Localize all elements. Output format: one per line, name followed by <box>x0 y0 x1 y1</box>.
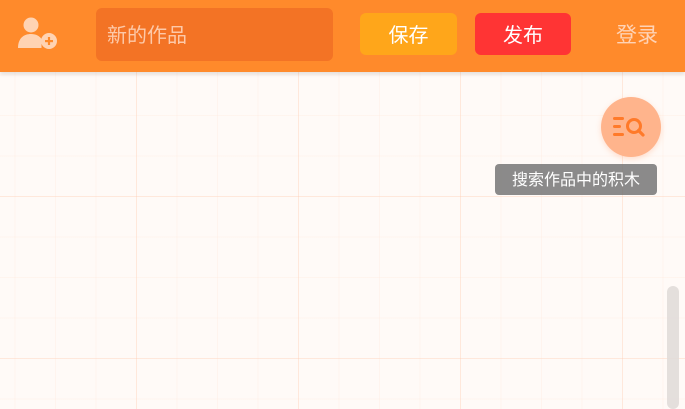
search-blocks-button[interactable] <box>601 97 661 157</box>
publish-button[interactable]: 发布 <box>475 13 571 55</box>
search-blocks-icon <box>613 117 645 137</box>
login-link[interactable]: 登录 <box>604 18 670 52</box>
workspace-scrollbar[interactable] <box>667 286 679 409</box>
top-bar: 保存 发布 登录 <box>0 0 685 72</box>
add-user-button[interactable] <box>14 14 62 54</box>
search-tooltip: 搜索作品中的积木 <box>495 164 657 195</box>
project-title-input[interactable] <box>96 8 333 61</box>
save-button[interactable]: 保存 <box>360 13 457 55</box>
add-user-icon <box>18 17 57 49</box>
blocks-workspace[interactable] <box>0 72 685 409</box>
